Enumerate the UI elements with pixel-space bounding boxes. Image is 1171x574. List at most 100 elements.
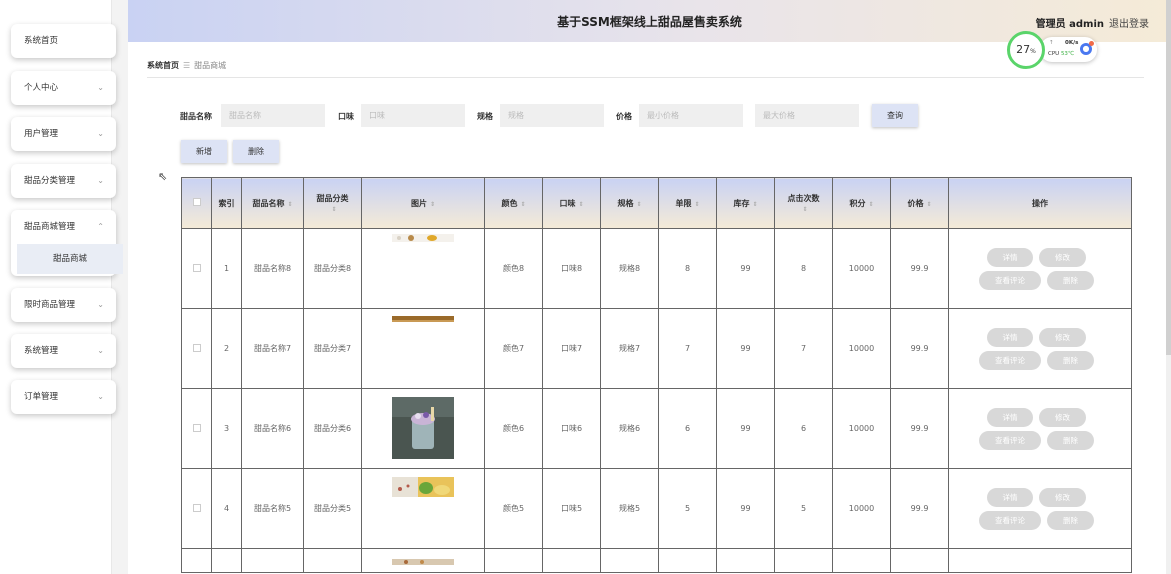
cell-taste: 口味7: [542, 308, 601, 389]
edit-button[interactable]: 修改: [1039, 487, 1086, 507]
add-button[interactable]: 新增: [181, 140, 227, 163]
name-search-input[interactable]: [221, 104, 325, 127]
sort-icon[interactable]: ⇕: [430, 201, 435, 208]
sidebar-item-orders[interactable]: 订单管理 ⌄: [11, 380, 116, 414]
row-checkbox[interactable]: [192, 423, 201, 432]
row-checkbox[interactable]: [192, 503, 201, 512]
sidebar-item-flash-sale[interactable]: 限时商品管理 ⌄: [11, 288, 116, 322]
col-header-category[interactable]: 甜品分类 ⇕: [303, 177, 362, 229]
cell-price: 99.9: [890, 388, 949, 469]
col-header-taste[interactable]: 口味 ⇕: [542, 177, 601, 229]
cpu-temp: CPU 53℃: [1048, 51, 1074, 57]
sort-icon[interactable]: ⇕: [287, 201, 292, 208]
row-select-cell[interactable]: [181, 388, 212, 469]
sidebar-subitem-label: 甜品商城: [52, 254, 87, 264]
col-header-image[interactable]: 图片 ⇕: [361, 177, 485, 229]
query-button[interactable]: 查询: [872, 104, 918, 127]
taste-search-input[interactable]: [361, 104, 465, 127]
row-delete-button[interactable]: 删除: [1047, 510, 1094, 530]
max-price-input[interactable]: [755, 104, 859, 127]
sidebar-item-users[interactable]: 用户管理 ⌄: [11, 117, 116, 151]
view-reviews-button[interactable]: 查看评论: [979, 270, 1041, 290]
col-header-color[interactable]: 颜色 ⇕: [484, 177, 543, 229]
cell-color: 颜色6: [484, 388, 543, 469]
cell-limit: 6: [658, 388, 717, 469]
cell-limit: 8: [658, 228, 717, 309]
row-delete-button[interactable]: 删除: [1047, 430, 1094, 450]
col-header-spec[interactable]: 规格 ⇕: [600, 177, 659, 229]
col-header-stock[interactable]: 库存 ⇕: [716, 177, 775, 229]
cell-stock: 99: [716, 228, 775, 309]
cell-points: 10000: [832, 228, 891, 309]
sidebar-item-label: 个人中心: [24, 83, 59, 93]
detail-button[interactable]: 详情: [987, 487, 1033, 507]
sidebar-item-personal-center[interactable]: 个人中心 ⌄: [11, 71, 116, 105]
chevron-down-icon: ⌄: [97, 129, 104, 138]
min-price-input[interactable]: [639, 104, 743, 127]
detail-button[interactable]: 详情: [987, 407, 1033, 427]
upload-arrow-icon: ↑: [1049, 40, 1054, 46]
view-reviews-button[interactable]: 查看评论: [979, 350, 1041, 370]
sort-icon[interactable]: ⇕: [578, 201, 583, 208]
scrollbar-thumb[interactable]: [1166, 0, 1171, 355]
col-header-label: 甜品名称: [252, 198, 285, 208]
cell-taste: [542, 548, 601, 573]
name-label: 甜品名称: [180, 112, 212, 121]
view-reviews-button[interactable]: 查看评论: [979, 430, 1041, 450]
col-header-label: 价格: [907, 198, 924, 208]
row-checkbox[interactable]: [192, 263, 201, 272]
cell-points: [832, 548, 891, 573]
sidebar-item-home[interactable]: 系统首页: [11, 24, 116, 58]
cpu-percent-unit: %: [1030, 48, 1036, 55]
col-header-clicks[interactable]: 点击次数 ⇕: [774, 177, 833, 229]
row-delete-button[interactable]: 删除: [1047, 270, 1094, 290]
sort-icon[interactable]: ⇕: [694, 201, 699, 208]
col-header-price[interactable]: 价格 ⇕: [890, 177, 949, 229]
detail-button[interactable]: 详情: [987, 327, 1033, 347]
sort-icon[interactable]: ⇕: [926, 201, 931, 208]
product-image: [392, 233, 454, 242]
edit-button[interactable]: 修改: [1039, 407, 1086, 427]
spec-search-input[interactable]: [500, 104, 604, 127]
breadcrumb-home[interactable]: 系统首页: [147, 61, 179, 70]
row-delete-button[interactable]: 删除: [1047, 350, 1094, 370]
sidebar-item-system[interactable]: 系统管理 ⌄: [11, 334, 116, 368]
mouse-cursor-icon: ⇖: [158, 170, 168, 183]
page-scrollbar[interactable]: [1166, 0, 1171, 574]
sidebar-item-label: 甜品分类管理: [24, 176, 76, 186]
col-header-points[interactable]: 积分 ⇕: [832, 177, 891, 229]
sidebar-item-shop-management[interactable]: 甜品商城管理 ⌃: [11, 210, 116, 244]
row-select-cell[interactable]: [181, 468, 212, 549]
row-select-cell[interactable]: [181, 308, 212, 389]
col-header-label: 积分: [849, 198, 866, 208]
select-all-cell[interactable]: [181, 177, 212, 229]
app-title: 基于SSM框架线上甜品屋售卖系统: [557, 15, 742, 29]
cpu-usage-gauge[interactable]: 27%: [1007, 31, 1045, 69]
col-header-name[interactable]: 甜品名称 ⇕: [241, 177, 304, 229]
view-reviews-button[interactable]: 查看评论: [979, 510, 1041, 530]
delete-button[interactable]: 删除: [233, 140, 279, 163]
col-header-label: 规格: [617, 198, 634, 208]
edit-button[interactable]: 修改: [1039, 247, 1086, 267]
sort-icon[interactable]: ⇕: [520, 201, 525, 208]
sidebar-item-categories[interactable]: 甜品分类管理 ⌄: [11, 164, 116, 198]
sort-icon[interactable]: ⇕: [331, 206, 336, 213]
row-checkbox[interactable]: [192, 343, 201, 352]
edit-button[interactable]: 修改: [1039, 327, 1086, 347]
sort-icon[interactable]: ⇕: [636, 201, 641, 208]
current-user: 管理员 admin: [1035, 19, 1104, 30]
cell-name: [241, 548, 304, 573]
cell-ops: 详情 修改 查看评论 删除: [948, 308, 1132, 389]
select-all-checkbox[interactable]: [192, 198, 201, 206]
sort-icon[interactable]: ⇕: [868, 201, 873, 208]
row-select-cell[interactable]: [181, 228, 212, 309]
detail-button[interactable]: 详情: [987, 247, 1033, 267]
sort-icon[interactable]: ⇕: [752, 201, 757, 208]
row-select-cell[interactable]: [181, 548, 212, 573]
logout-link[interactable]: 退出登录: [1109, 15, 1149, 30]
col-header-limit[interactable]: 单限 ⇕: [658, 177, 717, 229]
cell-image: [361, 388, 485, 469]
sidebar-subitem-shop[interactable]: 甜品商城: [17, 244, 123, 274]
cpu-monitor-pill[interactable]: ↑ 0K/s CPU 53℃ ●: [1040, 37, 1097, 62]
sort-icon[interactable]: ⇕: [802, 206, 807, 213]
